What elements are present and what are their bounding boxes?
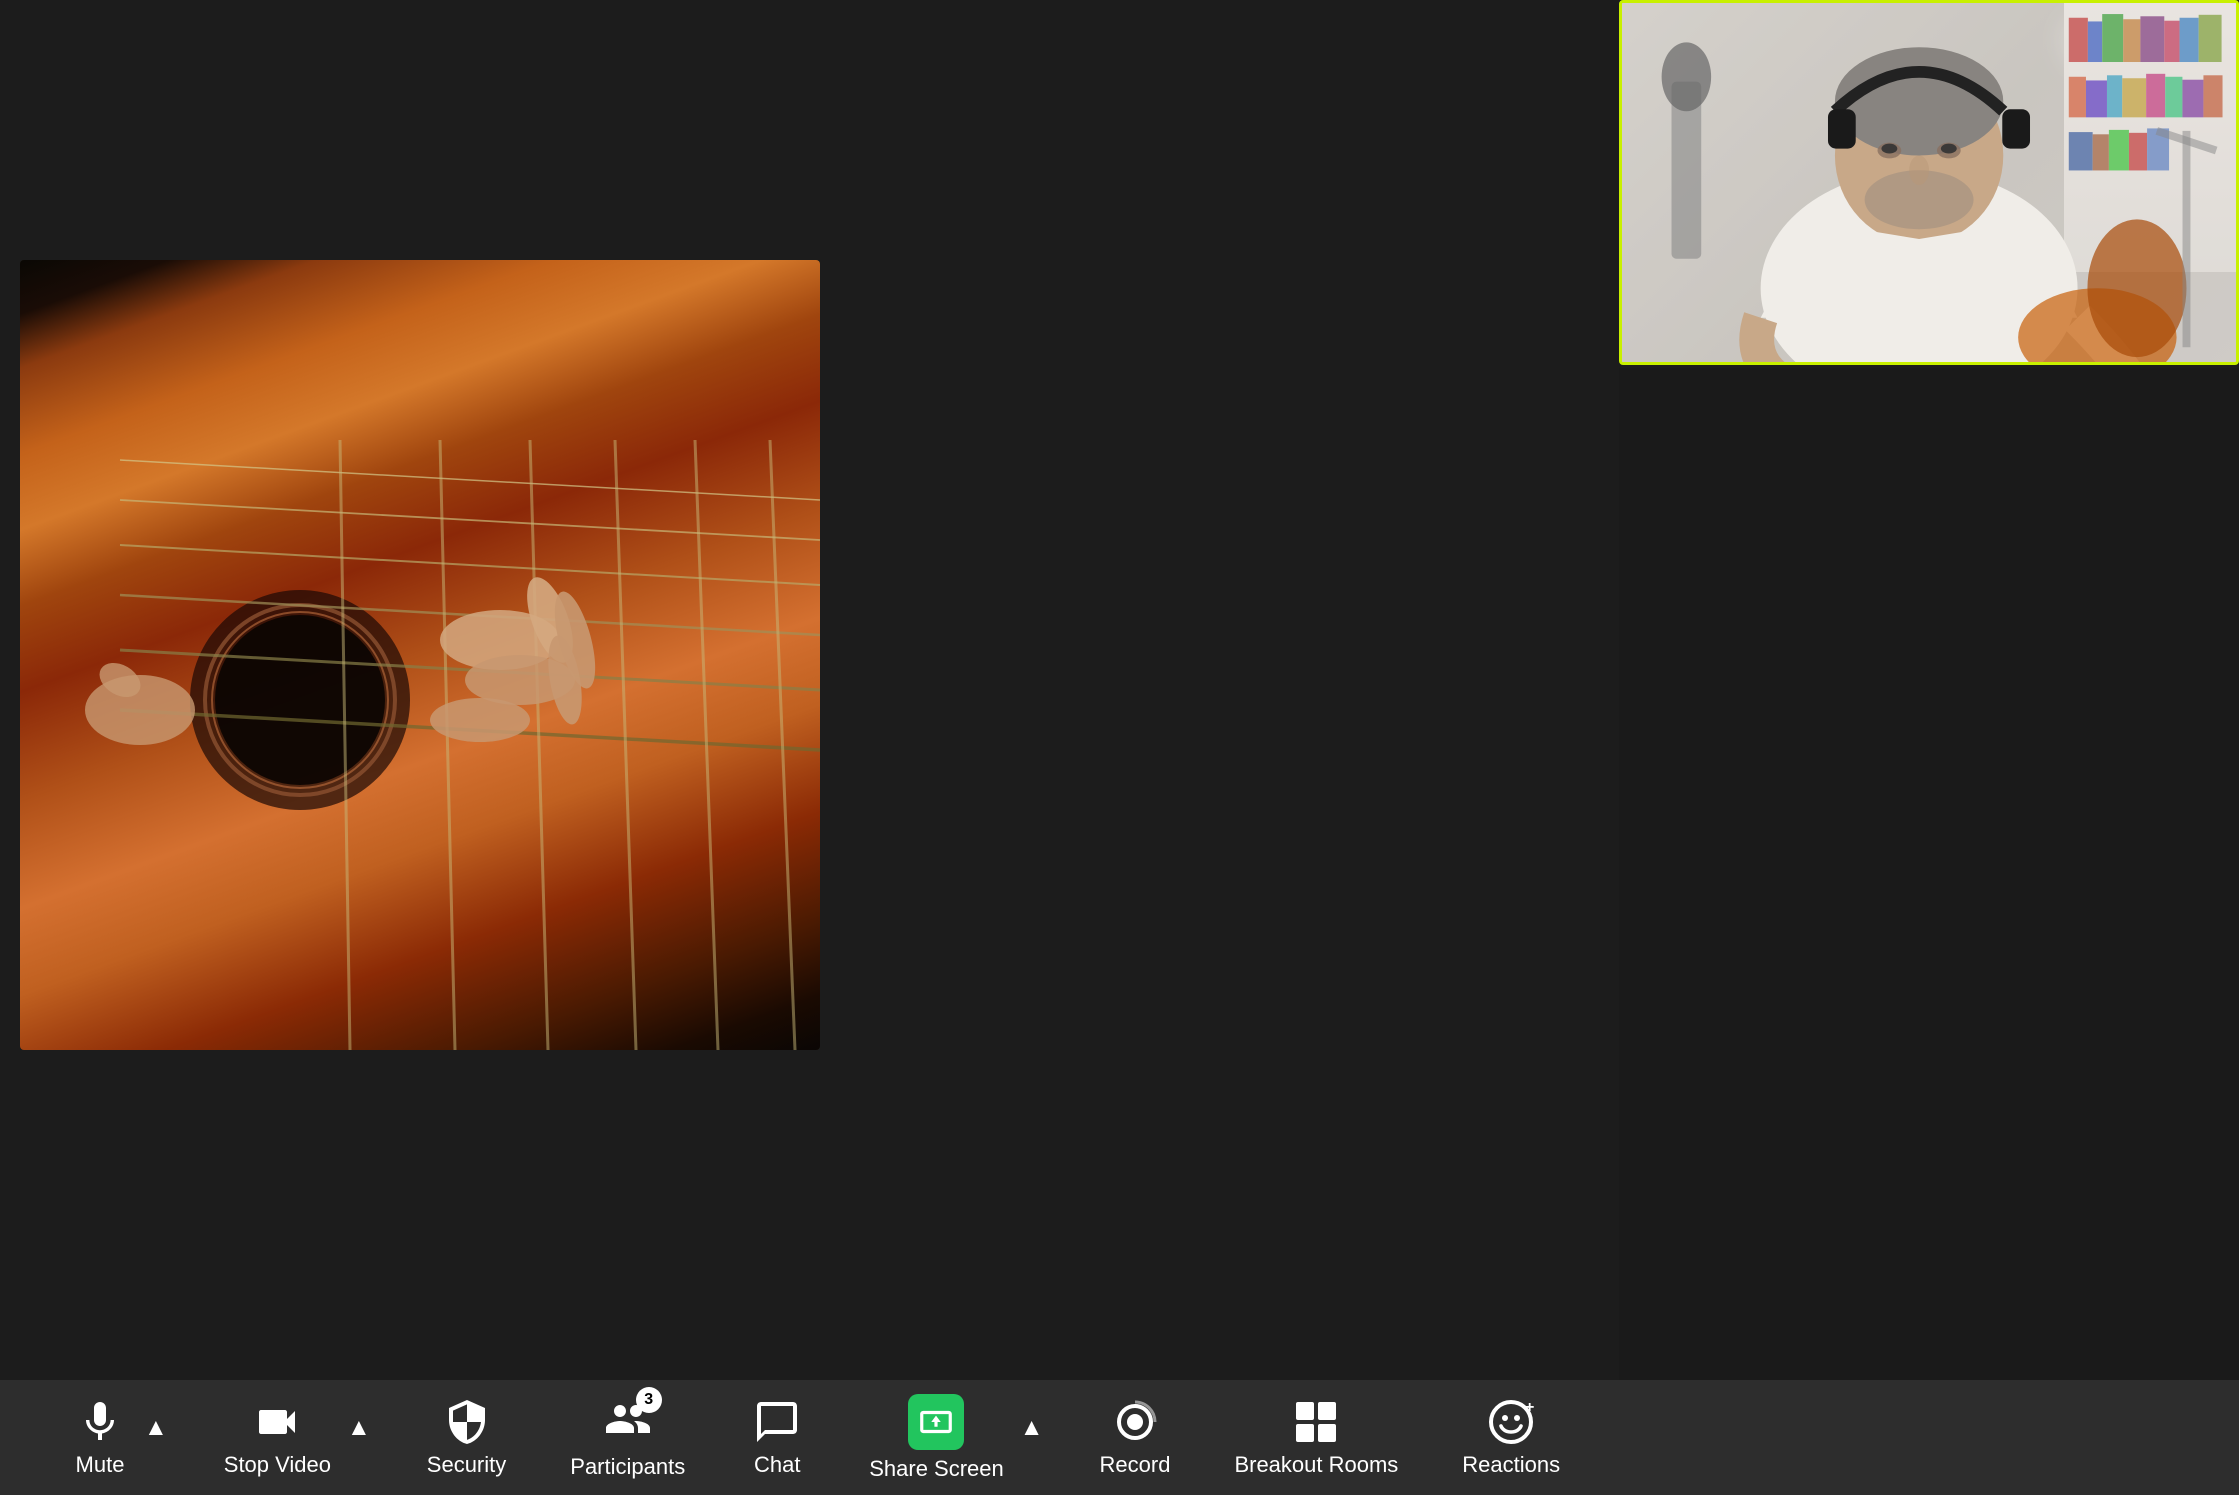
reactions-emoji-icon: + xyxy=(1487,1398,1535,1446)
share-screen-button[interactable]: Share Screen xyxy=(857,1386,1016,1490)
share-screen-icon-bg xyxy=(908,1394,964,1450)
security-label: Security xyxy=(427,1452,506,1478)
breakout-rooms-icon xyxy=(1292,1398,1340,1446)
chat-button[interactable]: Chat xyxy=(737,1390,817,1486)
video-chevron[interactable]: ▲ xyxy=(343,1406,375,1450)
participants-group: 3 Participants xyxy=(558,1387,697,1488)
empty-video-area xyxy=(1619,368,2239,1380)
chat-label: Chat xyxy=(754,1452,800,1478)
record-icon xyxy=(1111,1398,1159,1446)
mute-label: Mute xyxy=(76,1452,125,1478)
security-group: Security xyxy=(415,1390,518,1486)
svg-text:+: + xyxy=(1525,1399,1534,1416)
speaker-video-panel xyxy=(1619,0,2239,365)
stop-video-label: Stop Video xyxy=(224,1452,331,1478)
record-label: Record xyxy=(1100,1452,1171,1478)
toolbar: Mute ▲ Stop Video ▲ Security 3 xyxy=(0,1380,2239,1495)
share-screen-label: Share Screen xyxy=(869,1456,1004,1482)
share-screen-group: Share Screen ▲ xyxy=(857,1386,1047,1490)
stop-video-button[interactable]: Stop Video xyxy=(212,1390,343,1486)
breakout-rooms-button[interactable]: Breakout Rooms xyxy=(1222,1390,1410,1486)
chat-group: Chat xyxy=(737,1390,817,1486)
record-button[interactable]: Record xyxy=(1088,1390,1183,1486)
mute-group: Mute ▲ xyxy=(60,1390,172,1486)
security-shield-icon xyxy=(443,1398,491,1446)
chat-icon xyxy=(753,1398,801,1446)
mute-button[interactable]: Mute xyxy=(60,1390,140,1486)
guitar-video-panel xyxy=(20,260,820,1050)
breakout-rooms-group: Breakout Rooms xyxy=(1222,1390,1410,1486)
share-screen-icon xyxy=(917,1403,955,1441)
record-group: Record xyxy=(1088,1390,1183,1486)
stop-video-group: Stop Video ▲ xyxy=(212,1390,375,1486)
participants-label: Participants xyxy=(570,1454,685,1480)
microphone-icon xyxy=(76,1398,124,1446)
mute-chevron[interactable]: ▲ xyxy=(140,1406,172,1450)
reactions-group: + Reactions xyxy=(1450,1390,1572,1486)
security-button[interactable]: Security xyxy=(415,1390,518,1486)
breakout-rooms-label: Breakout Rooms xyxy=(1234,1452,1398,1478)
reactions-label: Reactions xyxy=(1462,1452,1560,1478)
participants-badge: 3 xyxy=(636,1387,662,1413)
video-camera-icon xyxy=(253,1398,301,1446)
participants-button[interactable]: 3 Participants xyxy=(558,1387,697,1488)
reactions-button[interactable]: + Reactions xyxy=(1450,1390,1572,1486)
main-video-area xyxy=(0,0,2239,1380)
share-screen-chevron[interactable]: ▲ xyxy=(1016,1406,1048,1450)
